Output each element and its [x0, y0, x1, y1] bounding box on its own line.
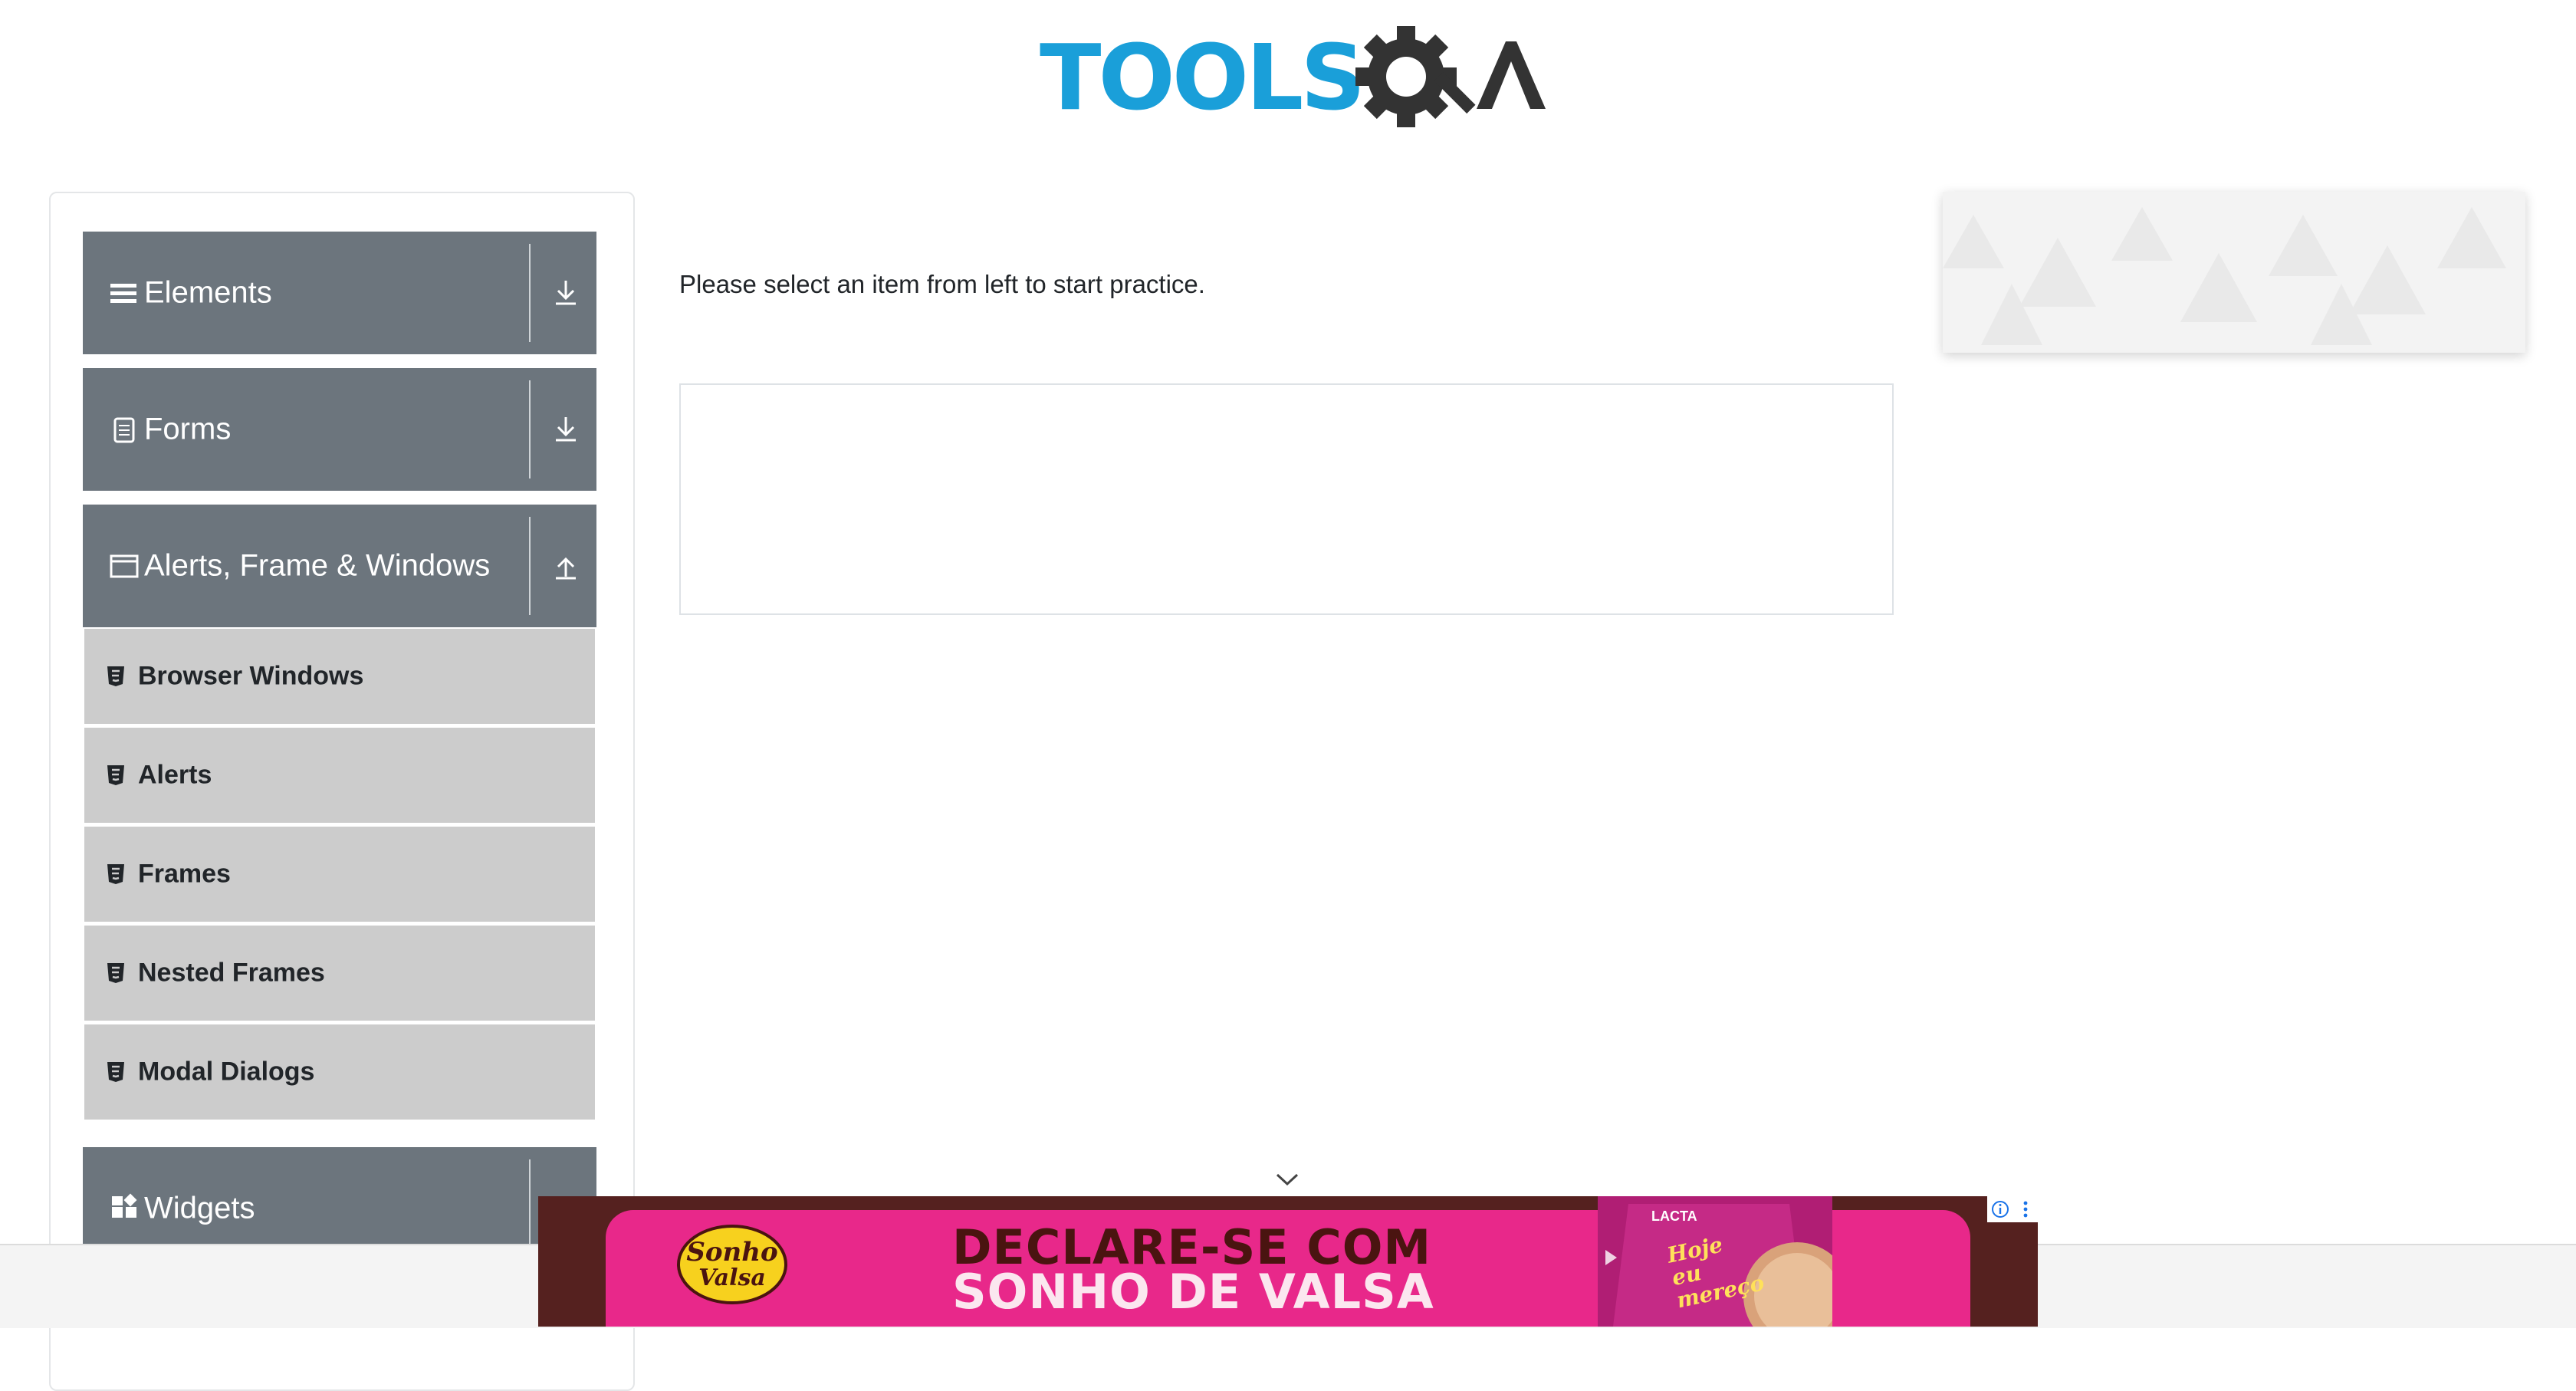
html5-icon [106, 764, 126, 787]
menu-item-label: Browser Windows [138, 661, 364, 691]
divider [529, 380, 531, 478]
ad-controls [1987, 1196, 2038, 1222]
toolsqa-logo[interactable]: TOOLS [1040, 23, 1546, 138]
instruction-text: Please select an item from left to start… [679, 270, 1205, 298]
menu-item-frames[interactable]: Frames [84, 827, 595, 922]
content-area [679, 383, 1894, 615]
menu-item-label: Nested Frames [138, 958, 325, 988]
divider [529, 517, 531, 615]
document-icon [109, 414, 140, 445]
html5-icon [106, 863, 126, 886]
html5-icon [106, 962, 126, 985]
divider [529, 1159, 531, 1258]
group-label: Elements [144, 275, 272, 310]
menu-item-label: Modal Dialogs [138, 1057, 315, 1087]
svg-text:Sonho: Sonho [686, 1237, 777, 1268]
widgets-icon [109, 1193, 140, 1224]
bottom-ad-banner[interactable]: Sonho Valsa DECLARE-SE COM SONHO DE VALS… [538, 1196, 2038, 1327]
html5-icon [106, 1061, 126, 1084]
ad-info-icon[interactable] [1990, 1199, 2010, 1219]
sonho-de-valsa-logo: Sonho Valsa [675, 1222, 790, 1307]
download-arrow-icon[interactable] [552, 414, 580, 445]
chevron-down-icon[interactable] [1273, 1169, 1302, 1190]
right-ad-banner[interactable] [1943, 192, 2525, 353]
upload-arrow-icon[interactable] [552, 551, 580, 581]
group-label: Forms [144, 412, 232, 446]
group-alerts-frame-windows[interactable]: Alerts, Frame & Windows [83, 505, 596, 627]
group-elements[interactable]: Elements [83, 232, 596, 354]
window-icon [109, 551, 140, 581]
menu-item-modal-dialogs[interactable]: Modal Dialogs [84, 1024, 595, 1120]
svg-text:TOOLS: TOOLS [1040, 25, 1362, 130]
group-label: Widgets [144, 1191, 255, 1225]
ad-product-tag: LACTA [1651, 1208, 1697, 1224]
group-label: Alerts, Frame & Windows [144, 548, 491, 583]
menu-item-alerts[interactable]: Alerts [84, 728, 595, 823]
html5-icon [106, 665, 126, 688]
divider [529, 244, 531, 342]
menu-item-nested-frames[interactable]: Nested Frames [84, 926, 595, 1021]
ad-more-options-icon[interactable] [2016, 1199, 2036, 1219]
group-forms[interactable]: Forms [83, 368, 596, 491]
menu-item-browser-windows[interactable]: Browser Windows [84, 629, 595, 724]
svg-text:Valsa: Valsa [698, 1264, 766, 1291]
download-arrow-icon[interactable] [552, 278, 580, 308]
hamburger-icon [109, 278, 140, 308]
menu-item-label: Alerts [138, 760, 212, 790]
ad-headline-line2: SONHO DE VALSA [952, 1264, 1434, 1320]
ad-product-image: LACTA Hoje eu mereço [1598, 1196, 1832, 1327]
menu-item-label: Frames [138, 859, 231, 889]
